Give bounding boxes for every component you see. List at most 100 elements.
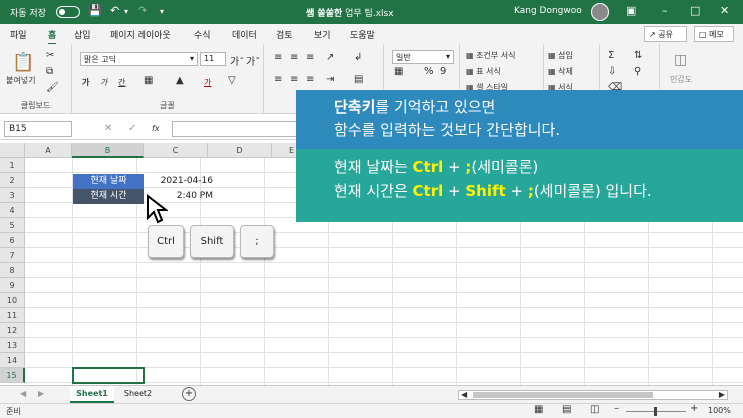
scroll-left-icon[interactable]: ◀ <box>20 389 26 398</box>
avatar[interactable] <box>591 3 609 21</box>
memo-button[interactable]: □ 메모 <box>694 26 734 42</box>
customize-qat-icon[interactable]: ▾ <box>160 7 164 16</box>
page-break-view-icon[interactable]: ◫ <box>590 404 599 415</box>
hscroll-thumb[interactable] <box>473 392 653 398</box>
row-header[interactable]: 5 <box>0 218 25 233</box>
row-header[interactable]: 11 <box>0 308 25 323</box>
column-header-b[interactable]: B <box>72 143 144 158</box>
save-icon[interactable]: 💾 <box>88 4 102 17</box>
select-all-corner[interactable] <box>0 143 25 158</box>
wrap-text-icon[interactable]: ↲ <box>354 52 362 63</box>
row-header[interactable]: 3 <box>0 188 25 203</box>
menu-help[interactable]: 도움말 <box>350 28 375 41</box>
row-header[interactable]: 1 <box>0 158 25 173</box>
user-name[interactable]: Kang Dongwoo <box>514 6 582 16</box>
cut-icon[interactable]: ✂ <box>46 50 54 61</box>
find-icon[interactable]: ⚲ <box>634 66 641 77</box>
align-bottom-icon[interactable]: ≡ <box>306 52 314 63</box>
sheet-tab-sheet1[interactable]: Sheet1 <box>70 386 114 403</box>
fill-color-icon[interactable]: ▲ <box>176 75 184 86</box>
normal-view-icon[interactable]: ▦ <box>534 404 543 415</box>
zoom-level[interactable]: 100% <box>708 406 731 415</box>
row-header[interactable]: 10 <box>0 293 25 308</box>
orientation-icon[interactable]: ↗ <box>326 52 334 63</box>
cell-b3[interactable]: 현재 시간 <box>73 189 144 204</box>
row-header[interactable]: 7 <box>0 248 25 263</box>
hscroll-left-icon[interactable]: ◀ <box>461 390 467 399</box>
column-header-d[interactable]: D <box>208 143 272 158</box>
number-format-select[interactable]: 일반 ▾ <box>392 50 454 64</box>
row-header[interactable]: 6 <box>0 233 25 248</box>
menu-home[interactable]: 홈 <box>48 28 57 45</box>
page-layout-view-icon[interactable]: ▤ <box>562 404 571 415</box>
row-header-selected[interactable]: 15 <box>0 368 25 383</box>
format-painter-icon[interactable]: 🖌 <box>46 82 59 93</box>
italic-icon[interactable]: 가 <box>100 77 107 88</box>
name-box[interactable]: B15 <box>4 121 72 137</box>
align-top-icon[interactable]: ≡ <box>274 52 282 63</box>
row-header[interactable]: 2 <box>0 173 25 188</box>
close-icon[interactable]: ✕ <box>720 4 729 17</box>
font-color-icon[interactable]: 가 <box>204 77 211 88</box>
cell-c2[interactable]: 2021-04-16 <box>145 174 217 189</box>
conditional-format-button[interactable]: ▦ 조건부 서식 <box>466 50 515 61</box>
bold-icon[interactable]: 가 <box>82 77 89 88</box>
paste-icon[interactable]: 📋 <box>12 52 34 73</box>
sheet-tab-sheet2[interactable]: Sheet2 <box>116 386 160 403</box>
restore-icon[interactable]: □ <box>690 4 700 17</box>
border-icon[interactable]: ▦ <box>144 75 153 86</box>
percent-icon[interactable]: % <box>424 66 434 77</box>
autosave-toggle[interactable] <box>56 6 80 18</box>
increase-font-icon[interactable]: 가ˆ <box>230 53 244 68</box>
table-format-button[interactable]: ▦ 표 서식 <box>466 66 501 77</box>
scroll-right-icon[interactable]: ▶ <box>38 389 44 398</box>
sort-filter-icon[interactable]: ⇅ <box>634 50 642 61</box>
sensitivity-icon[interactable]: ◫ <box>674 52 687 68</box>
row-header[interactable]: 8 <box>0 263 25 278</box>
row-header[interactable]: 12 <box>0 323 25 338</box>
copy-icon[interactable]: ⧉ <box>46 66 53 77</box>
comma-icon[interactable]: 9 <box>440 66 446 77</box>
ribbon-display-icon[interactable]: ▣ <box>626 4 636 17</box>
menu-file[interactable]: 파일 <box>10 28 27 41</box>
menu-formulas[interactable]: 수식 <box>194 28 211 41</box>
undo-dropdown-icon[interactable]: ▾ <box>124 7 128 16</box>
underline-icon[interactable]: 간 <box>118 77 125 88</box>
menu-page-layout[interactable]: 페이지 레이아웃 <box>110 28 171 41</box>
row-header[interactable]: 13 <box>0 338 25 353</box>
plus-icon[interactable]: + <box>182 387 196 401</box>
insert-cells-button[interactable]: ▦ 삽입 <box>548 50 573 61</box>
redo-icon[interactable]: ↷ <box>138 4 147 17</box>
row-header[interactable]: 4 <box>0 203 25 218</box>
delete-cells-button[interactable]: ▦ 삭제 <box>548 66 573 77</box>
row-header[interactable]: 9 <box>0 278 25 293</box>
fill-icon[interactable]: ⇩ <box>608 66 616 77</box>
indent-icon[interactable]: ⇥ <box>326 74 334 85</box>
horizontal-scrollbar[interactable]: ◀ ▶ <box>458 390 728 400</box>
zoom-in-icon[interactable]: + <box>690 403 698 414</box>
row-header[interactable]: 14 <box>0 353 25 368</box>
undo-icon[interactable]: ↶ <box>110 4 119 17</box>
menu-review[interactable]: 검토 <box>276 28 293 41</box>
active-cell-b15[interactable] <box>72 367 145 384</box>
zoom-out-icon[interactable]: – <box>614 403 619 414</box>
menu-data[interactable]: 데이터 <box>232 28 257 41</box>
sensitivity-label[interactable]: 민감도 <box>670 74 692 85</box>
fx-label[interactable]: fx <box>152 124 160 133</box>
menu-insert[interactable]: 삽입 <box>74 28 91 41</box>
paste-label[interactable]: 붙여넣기 <box>6 75 35 86</box>
x-icon[interactable]: ✕ <box>104 123 112 134</box>
check-icon[interactable]: ✓ <box>128 123 136 134</box>
merge-center-icon[interactable]: ▤ <box>354 74 363 85</box>
minimize-icon[interactable]: – <box>662 4 668 17</box>
zoom-slider-thumb[interactable] <box>654 407 657 416</box>
share-button[interactable]: ↗ 공유 <box>644 26 687 42</box>
cell-b2[interactable]: 현재 날짜 <box>73 174 144 189</box>
align-left-icon[interactable]: ≡ <box>274 74 282 85</box>
column-header-a[interactable]: A <box>25 143 72 158</box>
font-name-select[interactable]: 맑은 고딕 ▾ <box>80 52 198 66</box>
decrease-font-icon[interactable]: 가ˇ <box>246 53 260 68</box>
align-middle-icon[interactable]: ≡ <box>290 52 298 63</box>
column-header-c[interactable]: C <box>144 143 208 158</box>
accounting-format-icon[interactable]: ▦ <box>394 66 403 77</box>
